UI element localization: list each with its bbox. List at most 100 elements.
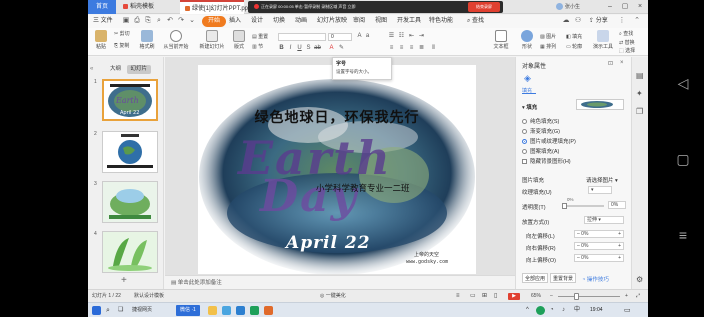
texture-select[interactable]: ▾ — [588, 186, 612, 194]
fill-option[interactable]: 图案填充(A) — [522, 147, 559, 155]
tray-wechat-icon[interactable] — [536, 306, 545, 315]
preview-icon[interactable]: ⌕ — [155, 17, 163, 25]
copy-button[interactable]: ⎘ 复制 — [114, 42, 129, 51]
stop-recording-button[interactable]: 结束录屏 — [468, 2, 500, 12]
print-icon[interactable]: ⎘ — [144, 17, 152, 25]
cloud-sync-icon[interactable]: ☁ — [562, 17, 570, 25]
tab-document[interactable]: 绿使[1]幻灯片PPT.ppt× — [180, 0, 256, 14]
arrange-button[interactable]: ▦ 排列 — [540, 43, 556, 52]
fill-bucket-icon[interactable]: ◈ — [524, 73, 536, 85]
save-icon[interactable]: ▣ — [122, 17, 130, 25]
columns-icon[interactable]: ⫴ — [430, 44, 437, 52]
quick-access-more-icon[interactable]: ⌄ — [188, 17, 196, 25]
slide-title[interactable]: 绿色地球日，环保我先行 — [198, 107, 476, 127]
presentation-tool-button[interactable]: 演示工具 — [590, 30, 616, 54]
collapse-panel-icon[interactable]: « — [90, 66, 93, 72]
picture-button[interactable]: ▨ 图片 — [540, 33, 556, 42]
play-from-current-button[interactable]: 从当前开始 — [162, 30, 190, 54]
layout-button[interactable]: 版式 — [228, 30, 250, 54]
clear-format-icon[interactable]: ✎ — [338, 44, 345, 52]
tab-developer[interactable]: 开发工具 — [394, 16, 424, 27]
strikethrough-icon[interactable]: ab — [314, 44, 321, 52]
shape-button[interactable]: 形状 — [516, 30, 538, 54]
fill-option[interactable]: 渐变填充(G) — [522, 127, 560, 135]
tab-slideshow[interactable]: 幻灯片放映 — [314, 16, 350, 27]
close-panel-icon[interactable]: × — [620, 60, 624, 66]
share-button[interactable]: ⇪ 分享 — [586, 16, 611, 27]
tips-link[interactable]: ◔ 操作技巧 — [582, 275, 609, 283]
slide-thumbnail[interactable] — [102, 231, 158, 273]
search-button[interactable]: ⌕ 查找 — [464, 16, 487, 27]
fill-option[interactable]: 纯色填充(S) — [522, 117, 559, 125]
align-left-icon[interactable]: ≡ — [388, 44, 395, 52]
new-slide-button[interactable]: 新建幻灯片 — [198, 30, 226, 54]
italic-icon[interactable]: I — [287, 44, 294, 52]
slide-subtitle[interactable]: 小学科学教育专业一二班 — [316, 182, 410, 194]
task-view-icon[interactable]: ❏ — [118, 303, 123, 317]
fill-button[interactable]: ◧ 填充 — [566, 33, 582, 42]
placement-select[interactable]: 拉伸 ▾ — [584, 216, 624, 224]
file-menu[interactable]: 三 文件 — [90, 16, 116, 27]
tab-transitions[interactable]: 切换 — [270, 16, 288, 27]
notes-bar[interactable]: ▤ 单击此处添加备注 — [165, 275, 515, 289]
cut-button[interactable]: ✂ 剪切 — [114, 30, 130, 39]
apply-all-button[interactable]: 全部应用 — [522, 273, 548, 283]
increment-icon[interactable]: + — [618, 231, 623, 237]
tab-outline[interactable]: 大纲 — [106, 65, 125, 74]
font-color-icon[interactable]: A — [328, 44, 335, 52]
paste-button[interactable]: 粘贴 — [90, 30, 112, 54]
tab-design[interactable]: 设计 — [248, 16, 266, 27]
shadow-icon[interactable]: S — [305, 44, 312, 52]
select-button[interactable]: ⬚ 选择 — [619, 47, 635, 56]
hide-background-checkbox[interactable]: 隐藏背景图形(H) — [522, 157, 571, 165]
font-name-select[interactable] — [278, 33, 326, 41]
tray-expand-icon[interactable]: ^ — [526, 303, 529, 317]
find-button[interactable]: ⌕ 查找 — [619, 30, 633, 39]
offset-right-input[interactable]: – 0% + — [574, 242, 624, 250]
align-right-icon[interactable]: ≡ — [408, 44, 415, 52]
menu-icon[interactable]: ≡ — [674, 226, 692, 244]
slide-thumbnail[interactable] — [102, 131, 158, 173]
fill-preview[interactable] — [576, 99, 624, 110]
grow-font-icon[interactable]: A — [356, 32, 363, 40]
notifications-icon[interactable]: ▭ — [624, 303, 631, 317]
offset-up-input[interactable]: – 0% + — [574, 254, 624, 262]
file-explorer-icon[interactable] — [208, 306, 217, 315]
add-slide-icon[interactable]: + — [121, 275, 127, 286]
textbox-button[interactable]: 文本框 — [490, 30, 512, 54]
zoom-slider-thumb[interactable] — [574, 293, 579, 300]
reset-button[interactable]: ▤ 重置 — [252, 33, 268, 42]
back-icon[interactable]: ◁ — [674, 74, 692, 92]
tab-special[interactable]: 特色功能 — [426, 16, 456, 27]
tab-review[interactable]: 审阅 — [350, 16, 368, 27]
animation-pane-icon[interactable]: ✦ — [636, 89, 643, 98]
increment-icon[interactable]: + — [618, 255, 623, 261]
fill-option[interactable]: 图片或纹理填充(P) — [522, 137, 576, 145]
play-slideshow-icon[interactable]: ▶ — [508, 293, 520, 300]
bold-icon[interactable]: B — [278, 44, 285, 52]
fill-section-header[interactable]: ▾ 填充 — [522, 103, 537, 111]
bullets-icon[interactable]: ☰ — [388, 32, 395, 40]
browser-icon[interactable] — [222, 306, 231, 315]
wps-icon[interactable] — [264, 306, 273, 315]
reset-background-button[interactable]: 重置背景 — [550, 273, 576, 283]
underline-icon[interactable]: U — [296, 44, 303, 52]
tab-home-ribbon[interactable]: 开始 — [202, 16, 227, 27]
redo-icon[interactable]: ↷ — [177, 17, 185, 25]
search-icon[interactable]: ⌕ — [106, 303, 110, 317]
start-icon[interactable] — [92, 306, 101, 315]
home-icon[interactable]: ▢ — [674, 150, 692, 168]
tab-animations[interactable]: 动画 — [292, 16, 310, 27]
increment-icon[interactable]: + — [618, 243, 623, 249]
increase-indent-icon[interactable]: ⇥ — [418, 32, 425, 40]
panel-settings-icon[interactable]: ⚙ — [636, 275, 643, 284]
maximize-icon[interactable]: ▢ — [618, 0, 632, 14]
collaborate-icon[interactable]: ⚇ — [574, 17, 582, 25]
ime-icon[interactable]: 中 — [574, 303, 580, 317]
tab-insert[interactable]: 插入 — [226, 16, 244, 27]
slide-thumbnail[interactable] — [102, 181, 158, 223]
taskbar-app-browser[interactable]: 捷视网页 — [132, 303, 152, 317]
user-account[interactable]: 张小生 — [556, 0, 580, 14]
minimize-icon[interactable]: – — [603, 0, 617, 14]
numbering-icon[interactable]: ☷ — [398, 32, 405, 40]
